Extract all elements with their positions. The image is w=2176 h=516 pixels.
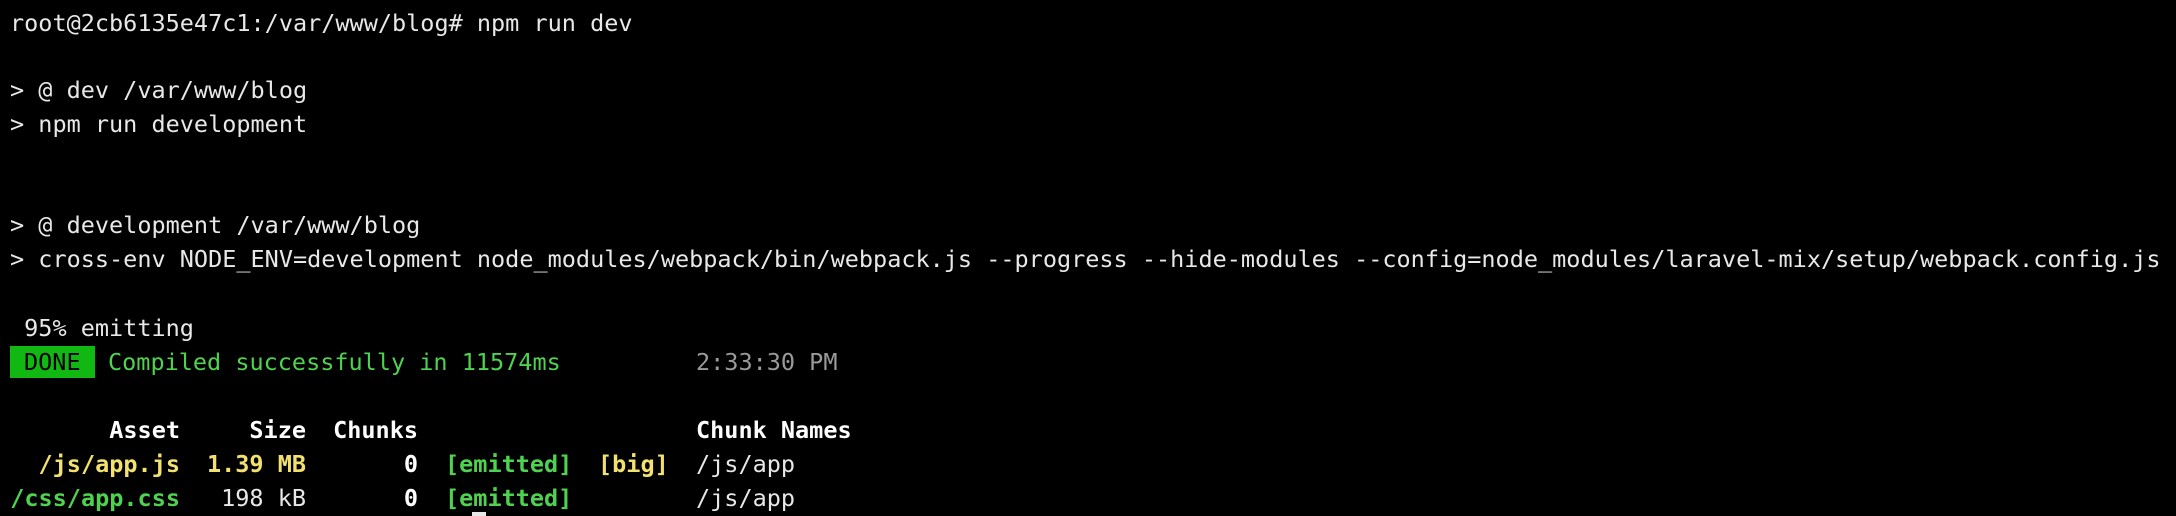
asset-emitted-app-js: [emitted] [445, 450, 573, 478]
npm-script-header-dev: > @ dev /var/www/blog [10, 76, 308, 104]
table-header-chunk-names: Chunk Names [696, 416, 852, 444]
asset-chunk-names-app-js: /js/app [696, 450, 796, 478]
npm-script-command-development: > cross-env NODE_ENV=development node_mo… [10, 245, 2161, 273]
asset-name-app-js: /js/app.js [38, 450, 180, 478]
npm-script-command-dev: > npm run development [10, 110, 308, 138]
asset-emitted-app-css: [emitted] [445, 484, 573, 512]
asset-chunk-names-app-css: /js/app [696, 484, 796, 512]
asset-size-app-css: 198 kB [221, 484, 306, 512]
asset-size-app-js: 1.39 MB [206, 450, 306, 478]
asset-big-flag-app-js: [big] [598, 450, 669, 478]
terminal-cursor [472, 512, 486, 516]
table-header-size: Size [249, 416, 306, 444]
compile-success-message: Compiled successfully in 11574ms [108, 348, 561, 376]
asset-chunks-app-js: 0 [403, 450, 418, 478]
shell-prompt-line: root@2cb6135e47c1:/var/www/blog# npm run… [10, 9, 633, 37]
build-progress-line: 95% emitting [10, 314, 194, 342]
asset-chunks-app-css: 0 [403, 484, 418, 512]
done-status-badge: DONE [10, 346, 95, 378]
table-header-chunks: Chunks [333, 416, 418, 444]
terminal-window[interactable]: root@2cb6135e47c1:/var/www/blog# npm run… [0, 0, 2176, 516]
compile-timestamp: 2:33:30 PM [696, 348, 838, 376]
asset-name-app-css: /css/app.css [10, 484, 180, 512]
npm-script-header-development: > @ development /var/www/blog [10, 211, 421, 239]
table-header-asset: Asset [109, 416, 180, 444]
